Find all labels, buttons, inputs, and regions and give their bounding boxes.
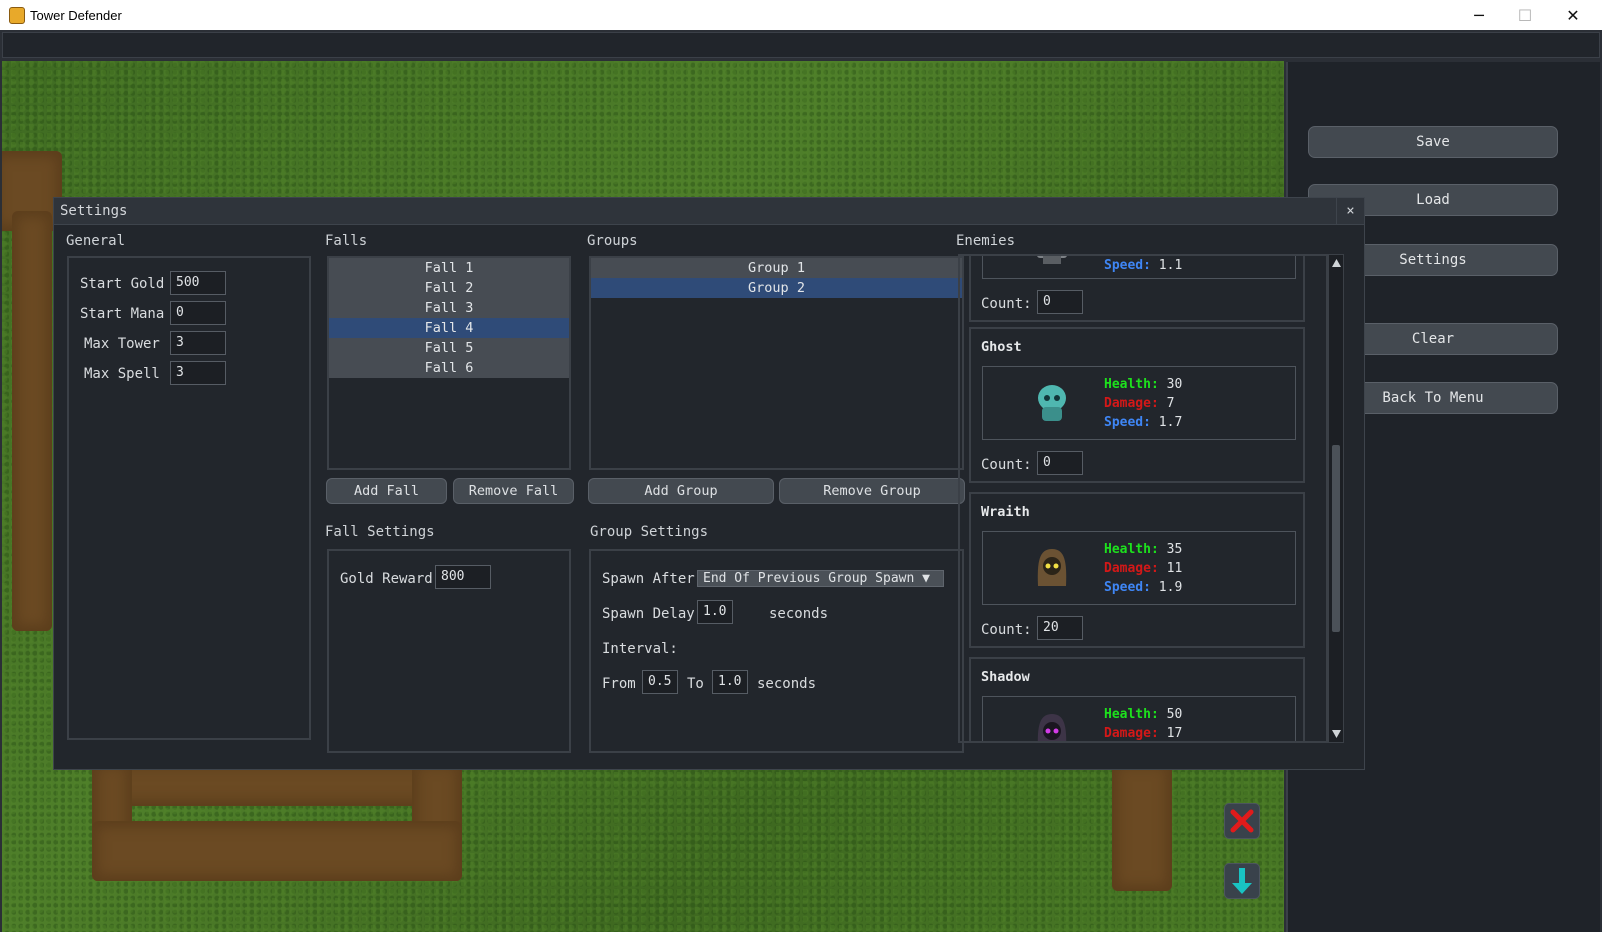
list-item[interactable]: Fall 1 (329, 258, 569, 278)
list-item[interactable]: Fall 3 (329, 298, 569, 318)
enemy-count-input[interactable]: 20 (1037, 616, 1083, 640)
spawn-after-dropdown[interactable]: End Of Previous Group Spawn ▼ (697, 570, 944, 587)
enemy-damage: Damage: 11 (1104, 561, 1183, 576)
map-path (12, 211, 52, 631)
seconds-label: seconds (757, 676, 817, 692)
max-tower-label: Max Tower (84, 336, 160, 352)
remove-group-button[interactable]: Remove Group (779, 478, 965, 504)
settings-dialog: Settings × General Start Gold 500 Start … (53, 197, 1365, 770)
red-x-icon (1230, 809, 1254, 833)
enemy-name: Ghost (981, 339, 1022, 355)
from-label: From (602, 676, 636, 692)
max-spell-input[interactable]: 3 (170, 361, 226, 385)
enemy-stats-box: Health: 35 Damage: 11 Speed: 1.9 (982, 531, 1296, 605)
groups-list: Group 1 Group 2 (589, 256, 964, 470)
start-gold-input[interactable]: 500 (170, 271, 226, 295)
save-button[interactable]: Save (1308, 126, 1558, 158)
list-item[interactable]: Group 1 (591, 258, 962, 278)
close-window-button[interactable]: ✕ (1550, 0, 1596, 30)
gold-reward-label: Gold Reward (340, 571, 433, 587)
map-path (92, 821, 462, 881)
fall-settings-label: Fall Settings (325, 524, 435, 540)
app-icon (9, 7, 25, 24)
maximize-button[interactable]: ☐ (1502, 0, 1548, 30)
dialog-close-button[interactable]: × (1336, 198, 1364, 224)
spawn-delay-input[interactable]: 1.0 (697, 600, 733, 624)
menu-bar (2, 32, 1600, 58)
enemy-name: Wraith (981, 504, 1030, 520)
scroll-down-icon[interactable] (1332, 730, 1341, 738)
enemy-speed: Speed: 1.7 (1104, 415, 1183, 430)
enemy-sprite (1033, 256, 1071, 266)
start-gold-label: Start Gold (80, 276, 165, 292)
count-label: Count: (981, 457, 1032, 473)
spawn-after-label: Spawn After (602, 571, 695, 587)
general-panel: Start Gold 500 Start Mana 0 Max Tower 3 … (67, 256, 311, 740)
down-arrow-icon (1232, 868, 1252, 894)
seconds-label: seconds (769, 606, 829, 622)
interval-to-input[interactable]: 1.0 (712, 670, 748, 694)
wraith-sprite-icon (1033, 546, 1071, 590)
scroll-up-icon[interactable] (1332, 259, 1341, 267)
enemies-scroll-view[interactable]: Speed: 1.1 Count: 0 Ghost Health: 30 Dam… (958, 254, 1328, 743)
enemy-name: Shadow (981, 669, 1030, 685)
enemy-card: Speed: 1.1 Count: 0 (969, 256, 1305, 322)
down-arrow-tool-button[interactable] (1224, 863, 1260, 899)
enemy-health: Health: 50 (1104, 707, 1183, 722)
enemy-speed: Speed: 1.1 (1104, 258, 1183, 273)
title-bar: Tower Defender ─ ☐ ✕ (0, 0, 1602, 30)
enemy-damage: Damage: 7 (1104, 396, 1175, 411)
dialog-title: Settings (60, 203, 128, 219)
list-item[interactable]: Fall 6 (329, 358, 569, 378)
enemy-damage: Damage: 17 (1104, 726, 1183, 741)
enemy-stats-box: Health: 30 Damage: 7 Speed: 1.7 (982, 366, 1296, 440)
enemy-stats-box: Speed: 1.1 (982, 256, 1296, 279)
minimize-button[interactable]: ─ (1456, 0, 1502, 30)
enemy-card-shadow: Shadow Health: 50 Damage: 17 (969, 657, 1305, 741)
falls-label: Falls (325, 233, 368, 249)
add-group-button[interactable]: Add Group (588, 478, 774, 504)
count-label: Count: (981, 296, 1032, 312)
shadow-sprite-icon (1033, 711, 1071, 741)
enemies-label: Enemies (956, 233, 1016, 249)
max-spell-label: Max Spell (84, 366, 160, 382)
general-label: General (66, 233, 126, 249)
scroll-thumb[interactable] (1332, 445, 1340, 632)
gold-reward-input[interactable]: 800 (435, 565, 491, 589)
falls-list: Fall 1 Fall 2 Fall 3 Fall 4 Fall 5 Fall … (327, 256, 571, 470)
list-item[interactable]: Fall 5 (329, 338, 569, 358)
group-settings-label: Group Settings (590, 524, 709, 540)
enemy-health: Health: 30 (1104, 377, 1183, 392)
count-label: Count: (981, 622, 1032, 638)
interval-label: Interval: (602, 641, 678, 657)
group-settings-panel: Spawn After End Of Previous Group Spawn … (589, 549, 964, 753)
ghost-sprite-icon (1033, 381, 1071, 425)
list-item[interactable]: Fall 2 (329, 278, 569, 298)
spawn-delay-label: Spawn Delay (602, 606, 695, 622)
interval-from-input[interactable]: 0.5 (642, 670, 678, 694)
enemy-speed: Speed: 1.9 (1104, 580, 1183, 595)
enemy-card-wraith: Wraith Health: 35 Damage: 11 Speed: 1.9 … (969, 492, 1305, 648)
dialog-header: Settings × (54, 198, 1364, 225)
enemy-count-input[interactable]: 0 (1037, 451, 1083, 475)
start-mana-input[interactable]: 0 (170, 301, 226, 325)
delete-tool-button[interactable] (1224, 803, 1260, 839)
enemies-scrollbar[interactable] (1328, 254, 1344, 743)
window-title: Tower Defender (30, 8, 122, 23)
to-label: To (687, 676, 704, 692)
list-item-selected[interactable]: Group 2 (591, 278, 962, 298)
enemy-stats-box: Health: 50 Damage: 17 (982, 696, 1296, 741)
enemy-card-ghost: Ghost Health: 30 Damage: 7 Speed: 1.7 Co… (969, 327, 1305, 483)
remove-fall-button[interactable]: Remove Fall (453, 478, 574, 504)
fall-settings-panel: Gold Reward 800 (327, 549, 571, 753)
enemy-health: Health: 35 (1104, 542, 1183, 557)
groups-label: Groups (587, 233, 638, 249)
max-tower-input[interactable]: 3 (170, 331, 226, 355)
list-item-selected[interactable]: Fall 4 (329, 318, 569, 338)
start-mana-label: Start Mana (80, 306, 165, 322)
add-fall-button[interactable]: Add Fall (326, 478, 447, 504)
map-path (1112, 761, 1172, 891)
enemy-count-input[interactable]: 0 (1037, 290, 1083, 314)
